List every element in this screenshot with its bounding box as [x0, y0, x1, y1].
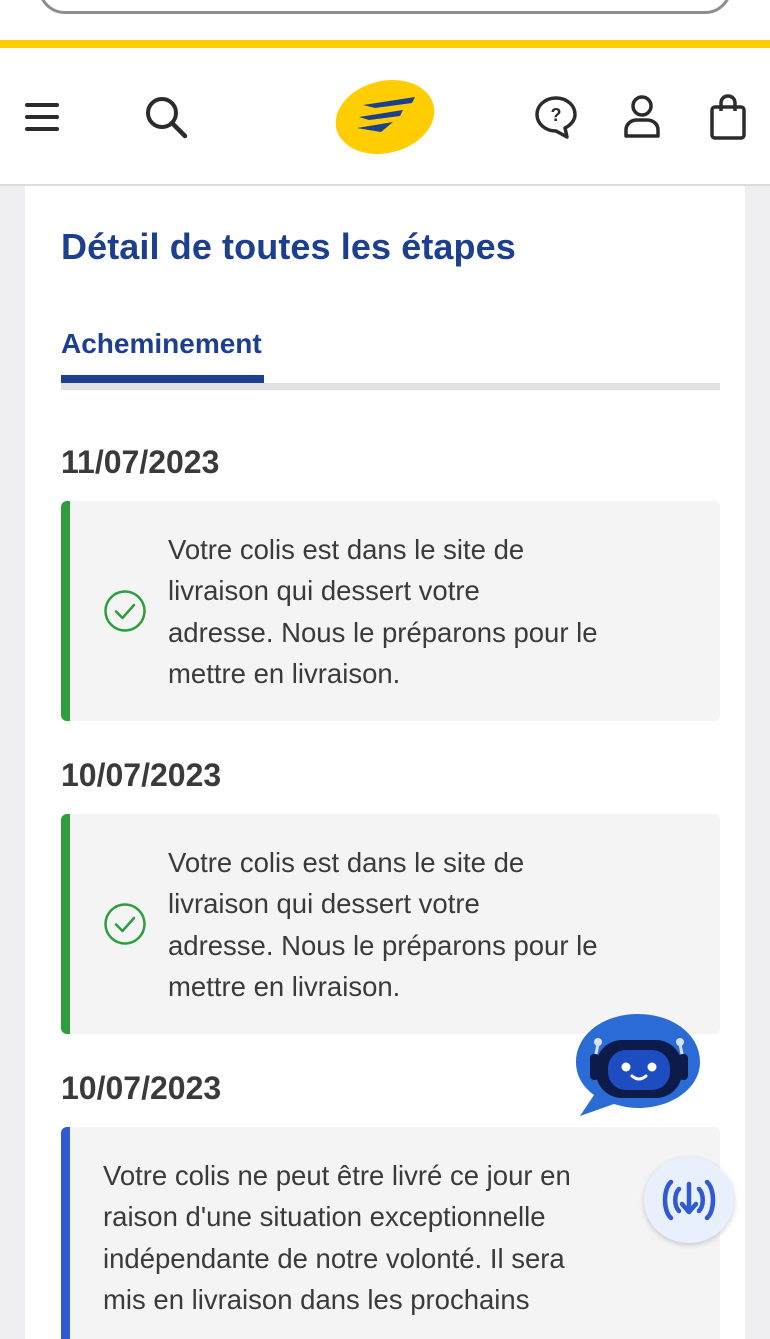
event-description: Votre colis ne peut être livré ce jour e…	[103, 1155, 693, 1320]
browser-top-strip	[0, 0, 770, 42]
event-line: Votre colis est dans le site de	[168, 847, 525, 878]
event-date: 10/07/2023	[61, 1070, 222, 1106]
page: ? Détail de toutes les étapes Achemineme…	[0, 0, 770, 1339]
event-line: Votre colis est dans le site de	[168, 534, 525, 565]
event-item: Votre colis ne peut être livré ce jour e…	[61, 1127, 720, 1339]
la-poste-logo[interactable]	[330, 48, 440, 186]
check-circle-icon	[104, 903, 146, 945]
event-line: adresse. Nous le préparons pour le	[168, 616, 598, 648]
shopping-bag-icon	[710, 94, 746, 140]
user-account-icon	[624, 95, 660, 138]
address-bar[interactable]	[38, 0, 732, 14]
tracking-details-card: Détail de toutes les étapes Acheminement…	[25, 186, 745, 1339]
event-line: raison d'une situation exceptionnelle	[103, 1201, 546, 1233]
svg-text:?: ?	[551, 105, 562, 125]
event-item: Votre colis est dans le site de livraiso…	[61, 501, 720, 721]
tab-active-indicator	[61, 375, 264, 383]
account-button[interactable]	[612, 48, 672, 186]
event-line: adresse. Nous le préparons pour le	[168, 929, 598, 961]
event-line: livraison qui dessert votre	[168, 888, 480, 920]
tab-track	[61, 383, 720, 390]
event-line: mettre en livraison.	[168, 657, 401, 689]
event-line: mettre en livraison.	[168, 970, 401, 1002]
cart-button[interactable]	[698, 48, 758, 186]
help-bubble-icon: ?	[535, 96, 577, 139]
menu-button[interactable]	[14, 48, 72, 186]
event-date: 10/07/2023	[61, 757, 222, 793]
audio-download-icon	[662, 1179, 716, 1221]
audio-button[interactable]	[644, 1157, 734, 1243]
hamburger-menu-icon	[25, 103, 59, 131]
brand-yellow-line	[0, 40, 770, 48]
event-line: livraison qui dessert votre	[168, 575, 480, 607]
event-line: Votre colis ne peut être livré ce jour e…	[103, 1160, 571, 1191]
status-bar	[61, 1127, 70, 1339]
la-poste-logo-icon	[335, 80, 435, 154]
event-line: indépendante de notre volonté. Il sera	[103, 1242, 565, 1274]
event-item: Votre colis est dans le site de livraiso…	[61, 814, 720, 1034]
section-title: Détail de toutes les étapes	[61, 226, 516, 267]
chatbot-robot-icon	[576, 1014, 700, 1116]
tab-acheminement[interactable]: Acheminement	[61, 328, 262, 360]
status-bar	[61, 814, 70, 1034]
event-date: 11/07/2023	[61, 444, 220, 480]
site-header: ?	[0, 48, 770, 186]
check-circle-icon	[104, 590, 146, 632]
event-description: Votre colis est dans le site de livraiso…	[168, 842, 688, 1007]
search-button[interactable]	[136, 48, 196, 186]
status-bar	[61, 501, 70, 721]
help-button[interactable]: ?	[526, 48, 586, 186]
event-line: mis en livraison dans les prochains	[103, 1283, 530, 1315]
event-description: Votre colis est dans le site de livraiso…	[168, 529, 688, 694]
search-icon	[146, 97, 188, 139]
chatbot-button[interactable]	[574, 1010, 704, 1120]
